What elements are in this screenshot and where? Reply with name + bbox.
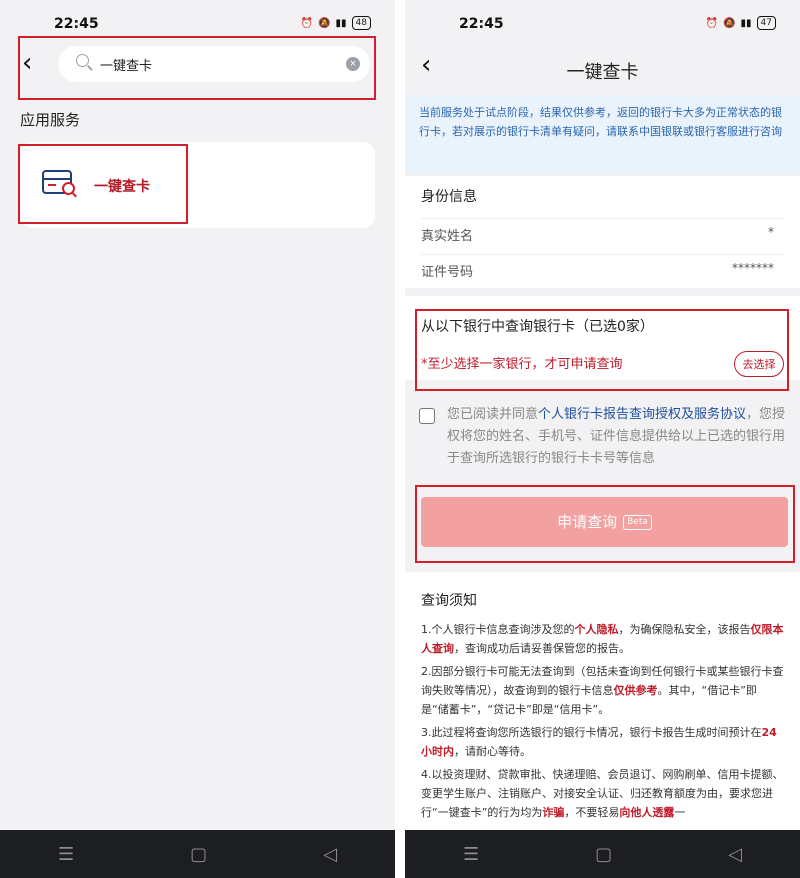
page-title: 一键查卡 xyxy=(566,62,639,83)
name-row: 真实姓名 * xyxy=(421,218,784,249)
mute-icon: 🔕 xyxy=(723,17,736,29)
beta-badge: Beta xyxy=(623,515,652,530)
system-nav-bar: ☰ ▢ ◁ xyxy=(405,830,800,878)
search-value: 一键查卡 xyxy=(100,59,153,74)
identity-card: 身份信息 真实姓名 * 证件号码 ******* xyxy=(405,176,800,288)
signal-icon: ▮▮ xyxy=(740,17,752,29)
apply-label: 申请查询 xyxy=(557,513,618,531)
bank-title: 从以下银行中查询银行卡（已选0家） xyxy=(421,319,654,335)
choose-bank-button[interactable]: 去选择 xyxy=(734,351,784,377)
identity-title: 身份信息 xyxy=(421,189,477,205)
home-icon[interactable]: ▢ xyxy=(190,844,207,865)
service-card[interactable]: 一键查卡 xyxy=(20,142,375,228)
status-icons: ⏰ 🔕 ▮▮ 48 xyxy=(301,16,371,30)
service-label: 一键查卡 xyxy=(94,179,150,195)
search-icon xyxy=(76,54,89,67)
agreement-prefix: 您已阅读并同意 xyxy=(447,407,539,422)
mute-icon: 🔕 xyxy=(318,17,331,29)
id-label: 证件号码 xyxy=(421,265,474,280)
rule-3: 3.此过程将查询您所选银行的银行卡情况，银行卡报告生成时间预计在24小时内，请耐… xyxy=(421,726,777,758)
page-header: ‹ 一键查卡 xyxy=(405,46,800,92)
back-arrow-icon[interactable]: ‹ xyxy=(22,48,32,78)
id-value: ******* xyxy=(732,261,774,275)
apply-query-button[interactable]: 申请查询 Beta xyxy=(421,497,788,547)
system-nav-bar: ☰ ▢ ◁ xyxy=(0,830,395,878)
rule-2: 2.因部分银行卡可能无法查询到（包括未查询到任何银行卡或某些银行卡查询失败等情况… xyxy=(421,665,784,716)
rule-1: 1.个人银行卡信息查询涉及您的个人隐私，为确保隐私安全，该报告仅限本人查询，查询… xyxy=(421,623,784,655)
bank-select-card: 从以下银行中查询银行卡（已选0家） *至少选择一家银行，才可申请查询 去选择 xyxy=(405,296,800,380)
menu-icon[interactable]: ☰ xyxy=(58,844,74,865)
search-input[interactable]: 一键查卡 × xyxy=(58,46,370,82)
query-rules: 查询须知 1.个人银行卡信息查询涉及您的个人隐私，为确保隐私安全，该报告仅限本人… xyxy=(405,572,800,830)
left-screen: 22:45 ⏰ 🔕 ▮▮ 48 ‹ 一键查卡 × 应用服务 一键查卡 ☰ ▢ ◁ xyxy=(0,0,395,878)
agreement-link[interactable]: 个人银行卡报告查询授权及服务协议 xyxy=(538,407,746,422)
status-bar: 22:45 ⏰ 🔕 ▮▮ 48 xyxy=(0,0,395,46)
back-icon[interactable]: ◁ xyxy=(728,844,742,865)
status-time: 22:45 xyxy=(54,16,99,32)
notice-banner: 当前服务处于试点阶段，结果仅供参考，返回的银行卡大多为正常状态的银行卡，若对展示… xyxy=(405,95,800,173)
section-title: 应用服务 xyxy=(20,111,81,129)
status-time: 22:45 xyxy=(459,16,504,32)
battery-icon: 47 xyxy=(756,16,776,30)
rule-4: 4.以投资理财、贷款审批、快递理赔、会员退订、网购刷单、信用卡提额、变更学生账户… xyxy=(421,768,784,819)
rules-title: 查询须知 xyxy=(421,593,477,609)
right-screen: 22:45 ⏰ 🔕 ▮▮ 47 ‹ 一键查卡 当前服务处于试点阶段，结果仅供参考… xyxy=(405,0,800,878)
alarm-icon: ⏰ xyxy=(705,17,719,29)
id-row: 证件号码 ******* xyxy=(421,254,784,285)
battery-icon: 48 xyxy=(351,16,371,30)
home-icon[interactable]: ▢ xyxy=(595,844,612,865)
name-label: 真实姓名 xyxy=(421,229,474,244)
status-icons: ⏰ 🔕 ▮▮ 47 xyxy=(706,16,776,30)
agreement-checkbox[interactable] xyxy=(419,408,435,424)
clear-icon[interactable]: × xyxy=(346,57,360,71)
signal-icon: ▮▮ xyxy=(335,17,347,29)
magnifier-icon xyxy=(62,182,75,195)
status-bar: 22:45 ⏰ 🔕 ▮▮ 47 xyxy=(405,0,800,46)
name-value: * xyxy=(768,225,774,239)
alarm-icon: ⏰ xyxy=(300,17,314,29)
back-icon[interactable]: ◁ xyxy=(323,844,337,865)
agreement-text: 您已阅读并同意个人银行卡报告查询授权及服务协议，您授权将您的姓名、手机号、证件信… xyxy=(447,404,786,470)
bank-warning: *至少选择一家银行，才可申请查询 xyxy=(421,357,623,372)
agreement: 您已阅读并同意个人银行卡报告查询授权及服务协议，您授权将您的姓名、手机号、证件信… xyxy=(419,404,786,474)
menu-icon[interactable]: ☰ xyxy=(463,844,479,865)
